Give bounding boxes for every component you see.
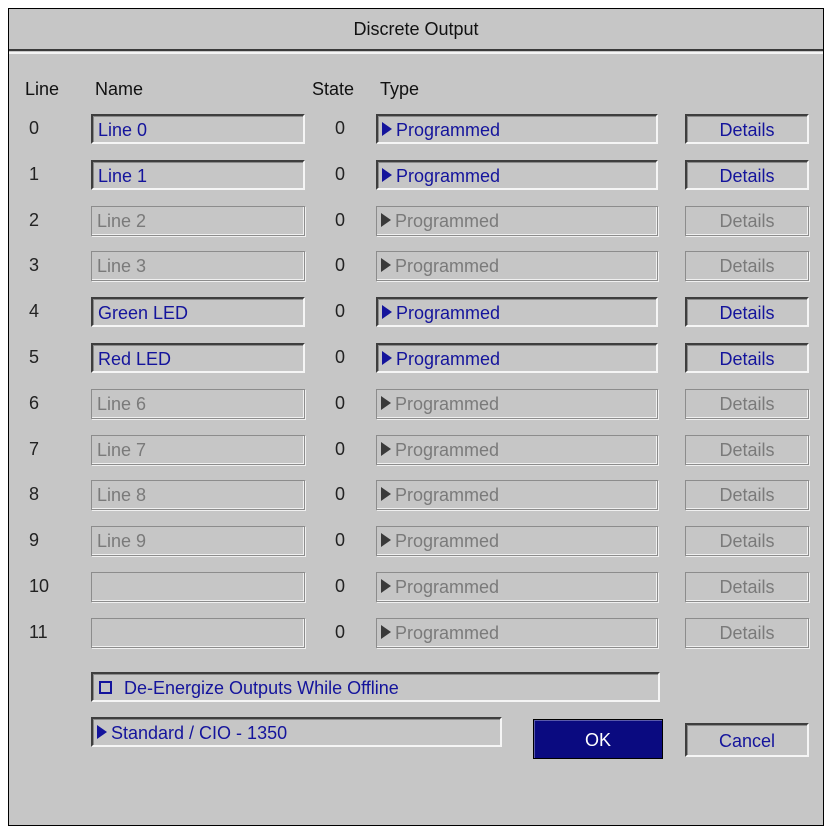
- line-number: 9: [29, 530, 40, 550]
- header-name: Name: [95, 79, 144, 99]
- details-button: Details: [685, 435, 809, 465]
- line-type-selector[interactable]: Programmed: [376, 114, 658, 144]
- line-number: 11: [29, 622, 48, 642]
- triangle-right-icon: [382, 305, 392, 320]
- line-name-field[interactable]: Green LED: [91, 297, 305, 327]
- triangle-right-icon: [381, 487, 391, 502]
- deenergize-label: De-Energize Outputs While Offline: [124, 678, 399, 698]
- line-type-selector: Programmed: [376, 480, 658, 510]
- line-type-label: Programmed: [395, 440, 500, 460]
- triangle-right-icon: [381, 213, 391, 228]
- line-type-label: Programmed: [396, 166, 501, 186]
- line-state: 0: [335, 439, 346, 459]
- details-button: Details: [685, 526, 809, 556]
- line-number: 2: [29, 210, 40, 230]
- line-type-label: Programmed: [395, 256, 500, 276]
- line-number: 8: [29, 484, 40, 504]
- dialog-title: Discrete Output: [9, 9, 823, 54]
- line-state: 0: [335, 164, 346, 184]
- line-name-field: Line 8: [91, 480, 305, 510]
- line-number: 1: [29, 164, 40, 184]
- line-state: 0: [335, 393, 346, 413]
- line-name-field: Line 3: [91, 251, 305, 281]
- details-button: Details: [685, 480, 809, 510]
- ok-button[interactable]: OK: [533, 719, 663, 759]
- line-type-selector: Programmed: [376, 206, 658, 236]
- triangle-right-icon: [381, 579, 391, 594]
- details-button[interactable]: Details: [685, 114, 809, 144]
- line-name-field: Line 9: [91, 526, 305, 556]
- triangle-right-icon: [382, 351, 392, 366]
- line-type-label: Programmed: [395, 485, 500, 505]
- line-state: 0: [335, 530, 346, 550]
- line-state: 0: [335, 484, 346, 504]
- details-button: Details: [685, 389, 809, 419]
- discrete-output-dialog: Discrete Output Line Name State Type 0 Li…: [8, 8, 824, 826]
- line-number: 6: [29, 393, 40, 413]
- line-name-field: Line 2: [91, 206, 305, 236]
- line-type-selector: Programmed: [376, 251, 658, 281]
- deenergize-outputs-checkbox[interactable]: De-Energize Outputs While Offline: [91, 672, 660, 702]
- line-name-field: Line 7: [91, 435, 305, 465]
- line-type-selector[interactable]: Programmed: [376, 297, 658, 327]
- line-type-label: Programmed: [395, 394, 500, 414]
- line-state: 0: [335, 347, 346, 367]
- line-number: 4: [29, 301, 40, 321]
- line-type-label: Programmed: [395, 623, 500, 643]
- details-button: Details: [685, 618, 809, 648]
- triangle-right-icon: [381, 396, 391, 411]
- line-type-selector: Programmed: [376, 526, 658, 556]
- line-name-field: Line 6: [91, 389, 305, 419]
- line-number: 3: [29, 255, 40, 275]
- line-type-selector[interactable]: Programmed: [376, 160, 658, 190]
- line-name-field: [91, 618, 305, 648]
- line-state: 0: [335, 255, 346, 275]
- line-type-selector: Programmed: [376, 572, 658, 602]
- line-type-selector: Programmed: [376, 618, 658, 648]
- line-name-field: [91, 572, 305, 602]
- standard-selector[interactable]: Standard / CIO - 1350: [91, 717, 502, 747]
- details-button[interactable]: Details: [685, 297, 809, 327]
- details-button: Details: [685, 206, 809, 236]
- cancel-button[interactable]: Cancel: [685, 723, 809, 757]
- line-state: 0: [335, 301, 346, 321]
- line-type-selector: Programmed: [376, 389, 658, 419]
- line-name-field[interactable]: Line 0: [91, 114, 305, 144]
- line-type-label: Programmed: [396, 303, 501, 323]
- line-number: 7: [29, 439, 40, 459]
- details-button: Details: [685, 572, 809, 602]
- line-type-label: Programmed: [396, 349, 501, 369]
- line-number: 5: [29, 347, 40, 367]
- triangle-right-icon: [381, 442, 391, 457]
- triangle-right-icon: [381, 625, 391, 640]
- triangle-right-icon: [382, 122, 392, 137]
- details-button: Details: [685, 251, 809, 281]
- line-number: 0: [29, 118, 40, 138]
- triangle-right-icon: [381, 533, 391, 548]
- line-type-label: Programmed: [396, 120, 501, 140]
- line-type-label: Programmed: [395, 577, 500, 597]
- line-type-label: Programmed: [395, 211, 500, 231]
- details-button[interactable]: Details: [685, 160, 809, 190]
- triangle-right-icon: [381, 258, 391, 273]
- line-state: 0: [335, 210, 346, 230]
- line-name-field[interactable]: Line 1: [91, 160, 305, 190]
- triangle-right-icon: [382, 168, 392, 183]
- line-type-selector[interactable]: Programmed: [376, 343, 658, 373]
- standard-label: Standard / CIO - 1350: [111, 723, 288, 743]
- line-type-selector: Programmed: [376, 435, 658, 465]
- checkbox-square-icon[interactable]: [99, 680, 112, 694]
- header-line: Line: [25, 79, 60, 99]
- triangle-right-icon: [97, 725, 107, 740]
- line-state: 0: [335, 622, 346, 642]
- line-type-label: Programmed: [395, 531, 500, 551]
- header-type: Type: [380, 79, 420, 99]
- line-state: 0: [335, 118, 346, 138]
- line-number: 10: [29, 576, 50, 596]
- line-state: 0: [335, 576, 346, 596]
- line-name-field[interactable]: Red LED: [91, 343, 305, 373]
- details-button[interactable]: Details: [685, 343, 809, 373]
- header-state: State: [312, 79, 355, 99]
